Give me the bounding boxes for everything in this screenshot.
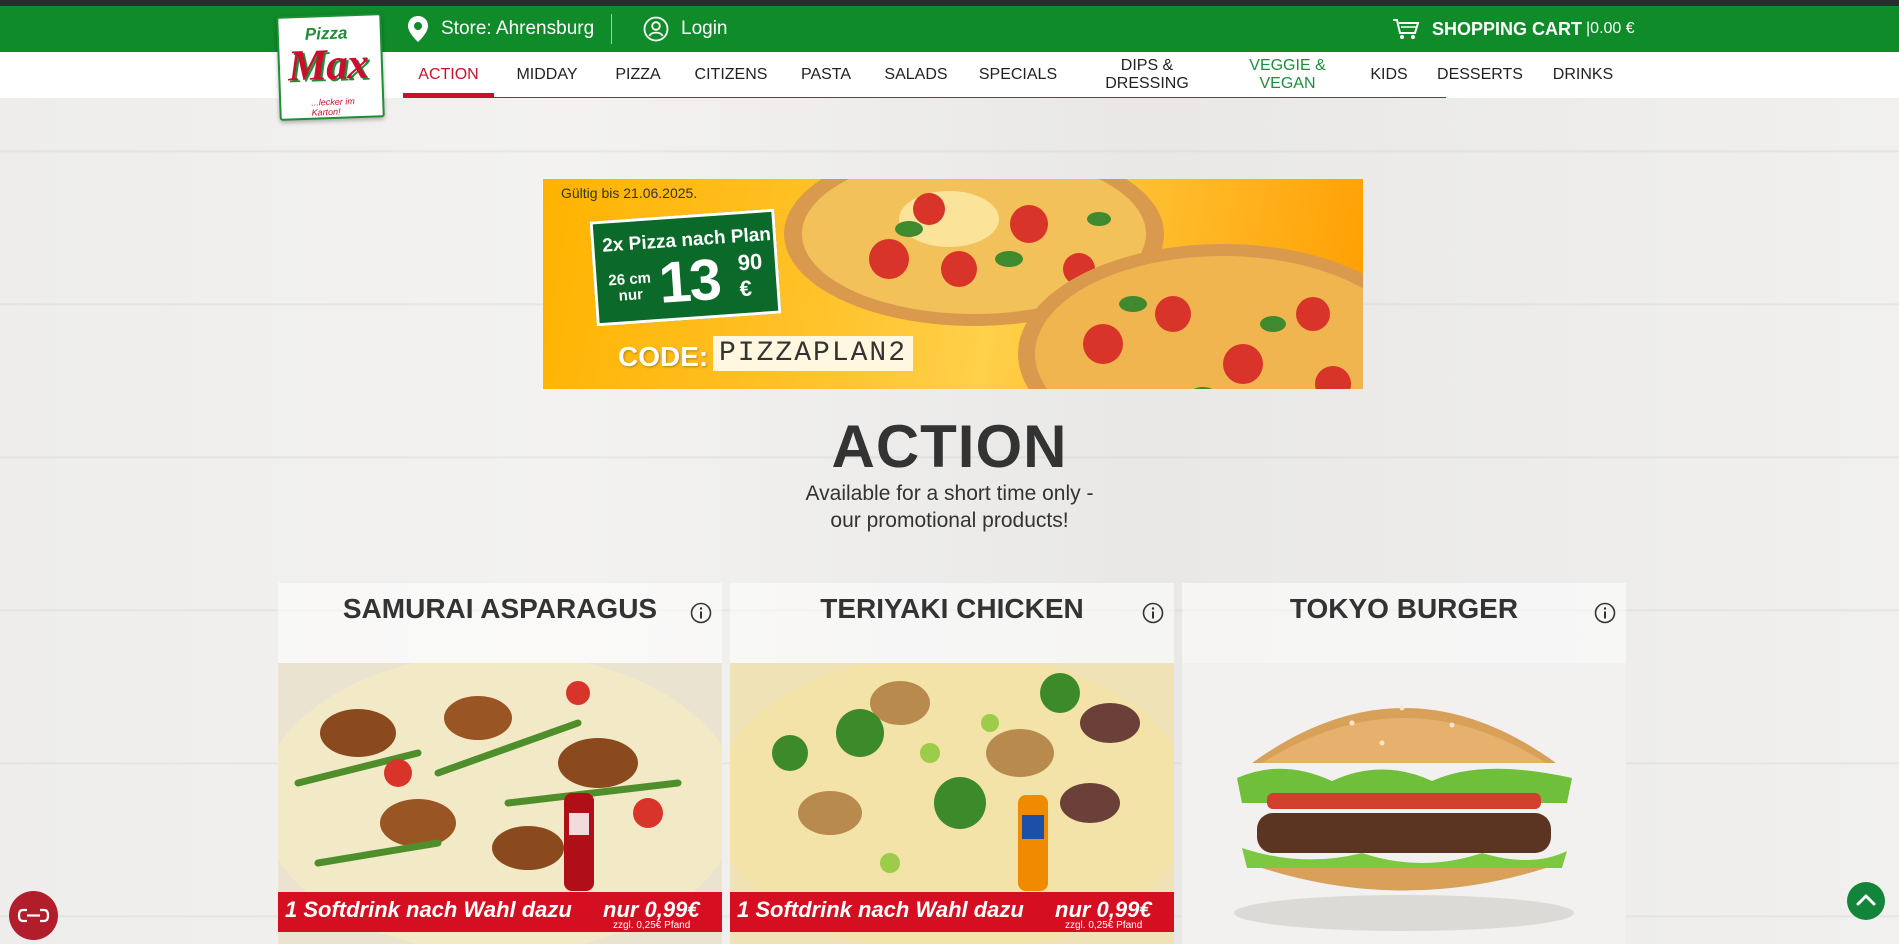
info-icon[interactable] (690, 602, 712, 624)
logo-tagline: ...lecker im Karton! (311, 96, 355, 118)
nav-item-citizens[interactable]: CITIZENS (688, 52, 774, 98)
banner-code-label: CODE: (618, 341, 709, 372)
nav-item-salads[interactable]: SALADS (877, 52, 955, 98)
info-icon[interactable] (1594, 602, 1616, 624)
store-label: Store: Ahrensburg (441, 18, 595, 39)
drink-promo-strip: 1 Softdrink nach Wahl dazu nur 0,99€ zzg… (278, 892, 722, 932)
cart-amount: |0.00 € (1586, 20, 1635, 37)
banner-code-value: PIZZAPLAN2 (713, 336, 914, 371)
location-pin-icon (408, 16, 428, 42)
nav-item-midday[interactable]: MIDDAY (505, 52, 589, 98)
info-icon[interactable] (1142, 602, 1164, 624)
drink-promo-strip: 1 Softdrink nach Wahl dazu nur 0,99€ zzg… (730, 892, 1174, 932)
product-image: 1 Softdrink nach Wahl dazu nur 0,99€ zzg… (278, 663, 722, 944)
user-icon (643, 16, 669, 42)
cookie-settings-button[interactable] (9, 891, 58, 940)
promo-deposit-note: zzgl. 0,25€ Pfand (613, 920, 691, 931)
nav-item-kids[interactable]: KIDS (1362, 52, 1416, 98)
product-title: TOKYO BURGER (1289, 593, 1519, 624)
nav-item-specials[interactable]: SPECIALS (973, 52, 1063, 98)
nav-item-desserts[interactable]: DESSERTS (1433, 52, 1527, 98)
nav-item-veggie-vegan[interactable]: VEGGIE & VEGAN (1240, 52, 1335, 98)
product-card[interactable]: SAMURAI ASPARAGUS 1 Softdrink nach Wahl … (278, 583, 722, 944)
nav-item-drinks[interactable]: DRINKS (1545, 52, 1621, 98)
price-badge: 2x Pizza nach Plan 26 cm nur 13 90 € (589, 208, 782, 327)
pizza-image-second (1018, 244, 1363, 389)
pizza-max-logo[interactable]: Pizza Max ...lecker im Karton! (276, 13, 385, 121)
login-label: Login (681, 18, 728, 39)
cart-icon (1393, 19, 1420, 39)
promo-text: 1 Softdrink nach Wahl dazu (285, 897, 572, 922)
login-link[interactable]: Login (643, 14, 728, 44)
store-selector[interactable]: Store: Ahrensburg (407, 14, 594, 44)
scroll-to-top-button[interactable] (1847, 882, 1885, 920)
subtitle-line-2: our promotional products! (830, 509, 1069, 532)
subtitle-line-1: Available for a short time only - (805, 482, 1094, 505)
nav-item-pizza[interactable]: PIZZA (605, 52, 671, 98)
product-image (1182, 663, 1626, 944)
page-title: ACTION (831, 413, 1068, 480)
badge-price: 13 (656, 246, 722, 316)
badge-price-cents: 90 € (736, 248, 764, 302)
product-title: SAMURAI ASPARAGUS (342, 593, 658, 624)
promo-banner[interactable]: Gültig bis 21.06.2025. 2x Pizza nach Pla… (543, 179, 1363, 389)
nav-item-pasta[interactable]: PASTA (792, 52, 860, 98)
cart-label: SHOPPING CART (1432, 18, 1583, 39)
product-card[interactable]: TERIYAKI CHICKEN 1 Softdrink nach Wahl d… (730, 583, 1174, 944)
cookie-settings-icon (17, 908, 50, 923)
product-image: 1 Softdrink nach Wahl dazu nur 0,99€ zzg… (730, 663, 1174, 944)
badge-size-text: 26 cm nur (607, 269, 652, 305)
nav-item-action[interactable]: ACTION (403, 52, 494, 98)
page-subtitle: Available for a short time only - our pr… (0, 480, 1899, 534)
header-separator (611, 14, 612, 44)
product-title: TERIYAKI CHICKEN (820, 593, 1084, 624)
chevron-up-icon (1856, 894, 1876, 906)
shopping-cart-button[interactable]: SHOPPING CART |0.00 € (1392, 14, 1635, 44)
nav-item-dips-dressing[interactable]: DIPS & DRESSING (1097, 52, 1197, 98)
promo-text: 1 Softdrink nach Wahl dazu (737, 897, 1024, 922)
logo-max-text: Max (287, 38, 369, 91)
product-card[interactable]: TOKYO BURGER (1182, 583, 1626, 944)
promo-deposit-note: zzgl. 0,25€ Pfand (1065, 920, 1143, 931)
banner-valid-until: Gültig bis 21.06.2025. (561, 185, 698, 201)
